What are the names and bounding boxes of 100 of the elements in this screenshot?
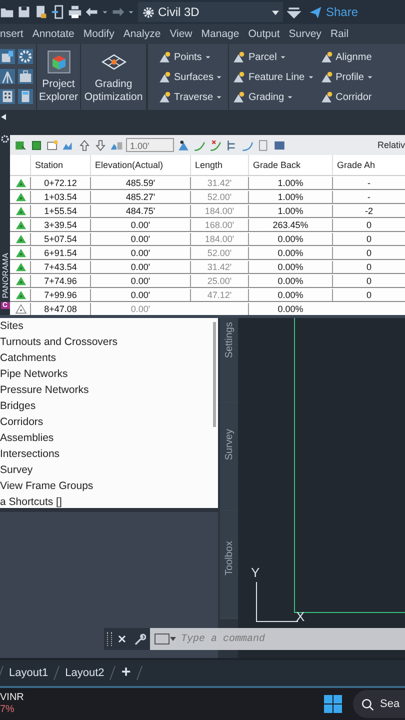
windows-icon[interactable] [323,694,343,714]
table-cell: 0.00' [90,260,190,272]
search-field[interactable]: Sea [353,690,405,718]
ucs-drawing: Y X [250,566,306,624]
sheet-icon[interactable] [46,138,59,152]
table-cell: 0 [332,274,405,286]
ribbon-dropdown[interactable]: Corridor [320,90,373,104]
close-icon[interactable] [117,634,127,644]
building-icon[interactable] [0,89,15,104]
shape-icon [320,70,333,84]
shape-icon [158,50,171,64]
tree-item[interactable]: Assemblies [0,430,210,446]
menu-tab[interactable]: View [170,28,192,40]
side-tab[interactable]: Survey [220,403,238,511]
menu-tab[interactable]: Output [248,28,280,40]
triangle-icon [15,206,27,216]
toolbar-icon[interactable] [0,49,15,64]
column-header[interactable]: Grade Ah [332,155,405,175]
document-icon[interactable] [34,5,48,19]
calculator-icon[interactable] [18,89,33,104]
ribbon-dropdown[interactable]: Alignme [320,50,373,64]
survey-icon[interactable] [0,69,15,84]
table-cell: - [332,190,405,202]
print-icon[interactable] [68,5,82,19]
tree-item[interactable]: Bridges [0,398,210,414]
select-icon[interactable] [14,138,27,152]
ribbon-dropdown[interactable]: Grading [232,90,314,104]
redo-icon[interactable] [111,5,125,19]
arrow-up-icon[interactable] [78,138,91,152]
tree-item[interactable]: Intersections [0,446,210,462]
column-header[interactable]: Elevation(Actual) [90,155,190,175]
menu-tab[interactable]: Rail [330,28,349,40]
toolbox-icon[interactable] [18,69,33,84]
tree-item[interactable]: Pressure Networks [0,382,210,398]
column-header[interactable]: Grade Back [248,155,332,175]
settings-icon[interactable] [1,135,9,143]
shape-icon [232,50,246,64]
column-header[interactable]: Station [30,155,90,175]
column-header[interactable]: Length [190,155,248,175]
pvi-delete-icon[interactable] [209,138,222,152]
workspace-dropdown[interactable]: Civil 3D [138,2,283,22]
tree-item[interactable]: Survey [0,462,210,478]
menu-tab[interactable]: Manage [201,28,240,40]
share-button[interactable]: Share [309,5,358,19]
save-icon[interactable] [17,5,31,19]
triangle-icon [15,248,27,258]
pvi-insert-icon[interactable] [177,138,190,152]
ribbon-button[interactable]: Project Explorer [37,44,81,110]
menu-tab[interactable]: Survey [288,28,322,40]
tree-item[interactable]: Corridors [0,414,210,430]
side-tab[interactable]: Settings [220,318,238,403]
menu-tab[interactable]: Modify [83,28,114,40]
table-cell: 6+91.54 [30,246,90,258]
ribbon-dropdown[interactable]: Points [158,50,222,64]
tree-item[interactable]: Sites [0,318,210,334]
triangle-icon [15,262,27,272]
terminal-icon[interactable] [154,633,176,645]
undo-icon[interactable] [85,5,99,19]
menu-tab[interactable]: Annotate [32,28,74,40]
ribbon-dropdown[interactable]: Profile [320,70,373,84]
menu-tab[interactable]: nsert [0,28,24,40]
tree-item[interactable]: a Shortcuts [] [0,494,210,510]
grip-handle[interactable] [107,632,112,646]
table-cell: 1.00% [248,176,332,188]
caret-icon[interactable] [128,9,134,15]
add-layout-button[interactable]: + [121,664,131,682]
menu-tab[interactable]: Analyze [123,28,161,40]
table-cell: 485.27' [90,190,190,202]
wrench-icon[interactable] [133,632,146,646]
table-cell: 0.00% [248,260,332,272]
table-cell: 0.00' [90,302,190,314]
layout-tab[interactable]: Layout2 [65,667,104,679]
side-tab[interactable]: Toolbox [220,511,238,619]
scrollbar-thumb[interactable] [212,322,216,427]
collapse-icon[interactable] [0,113,8,121]
customize-icon[interactable] [287,5,301,19]
layer-icon[interactable] [30,138,43,152]
tree-item[interactable]: Pipe Networks [0,366,210,382]
value-field[interactable]: 1.00' [126,138,174,152]
cube-icon [44,49,72,75]
ribbon-dropdown[interactable]: Traverse [158,90,222,104]
table-cell: 0.00% [248,288,332,300]
table-cell: 0.00% [248,232,332,244]
arrow-down-icon[interactable] [94,138,107,152]
workspace-name: Civil 3D [158,5,200,19]
tree-item[interactable]: Turnouts and Crossovers [0,334,210,350]
table-cell: - [332,176,405,188]
caret-icon[interactable] [102,9,108,15]
table-cell: 0 [332,260,405,272]
panel-icon[interactable] [273,138,286,152]
layout-tab[interactable]: Layout1 [9,667,48,679]
table-cell: 184.00' [190,204,248,216]
table-cell: 1.00% [248,204,332,216]
tree-item[interactable]: Catchments [0,350,210,366]
ribbon-dropdown[interactable]: Parcel [232,50,314,64]
ribbon-dropdown[interactable]: Feature Line [232,70,314,84]
ribbon-dropdown[interactable]: Surfaces [158,70,222,84]
tree-item[interactable]: View Frame Groups [0,478,210,494]
settings-icon[interactable] [18,49,33,64]
table-cell: 0 [332,246,405,258]
